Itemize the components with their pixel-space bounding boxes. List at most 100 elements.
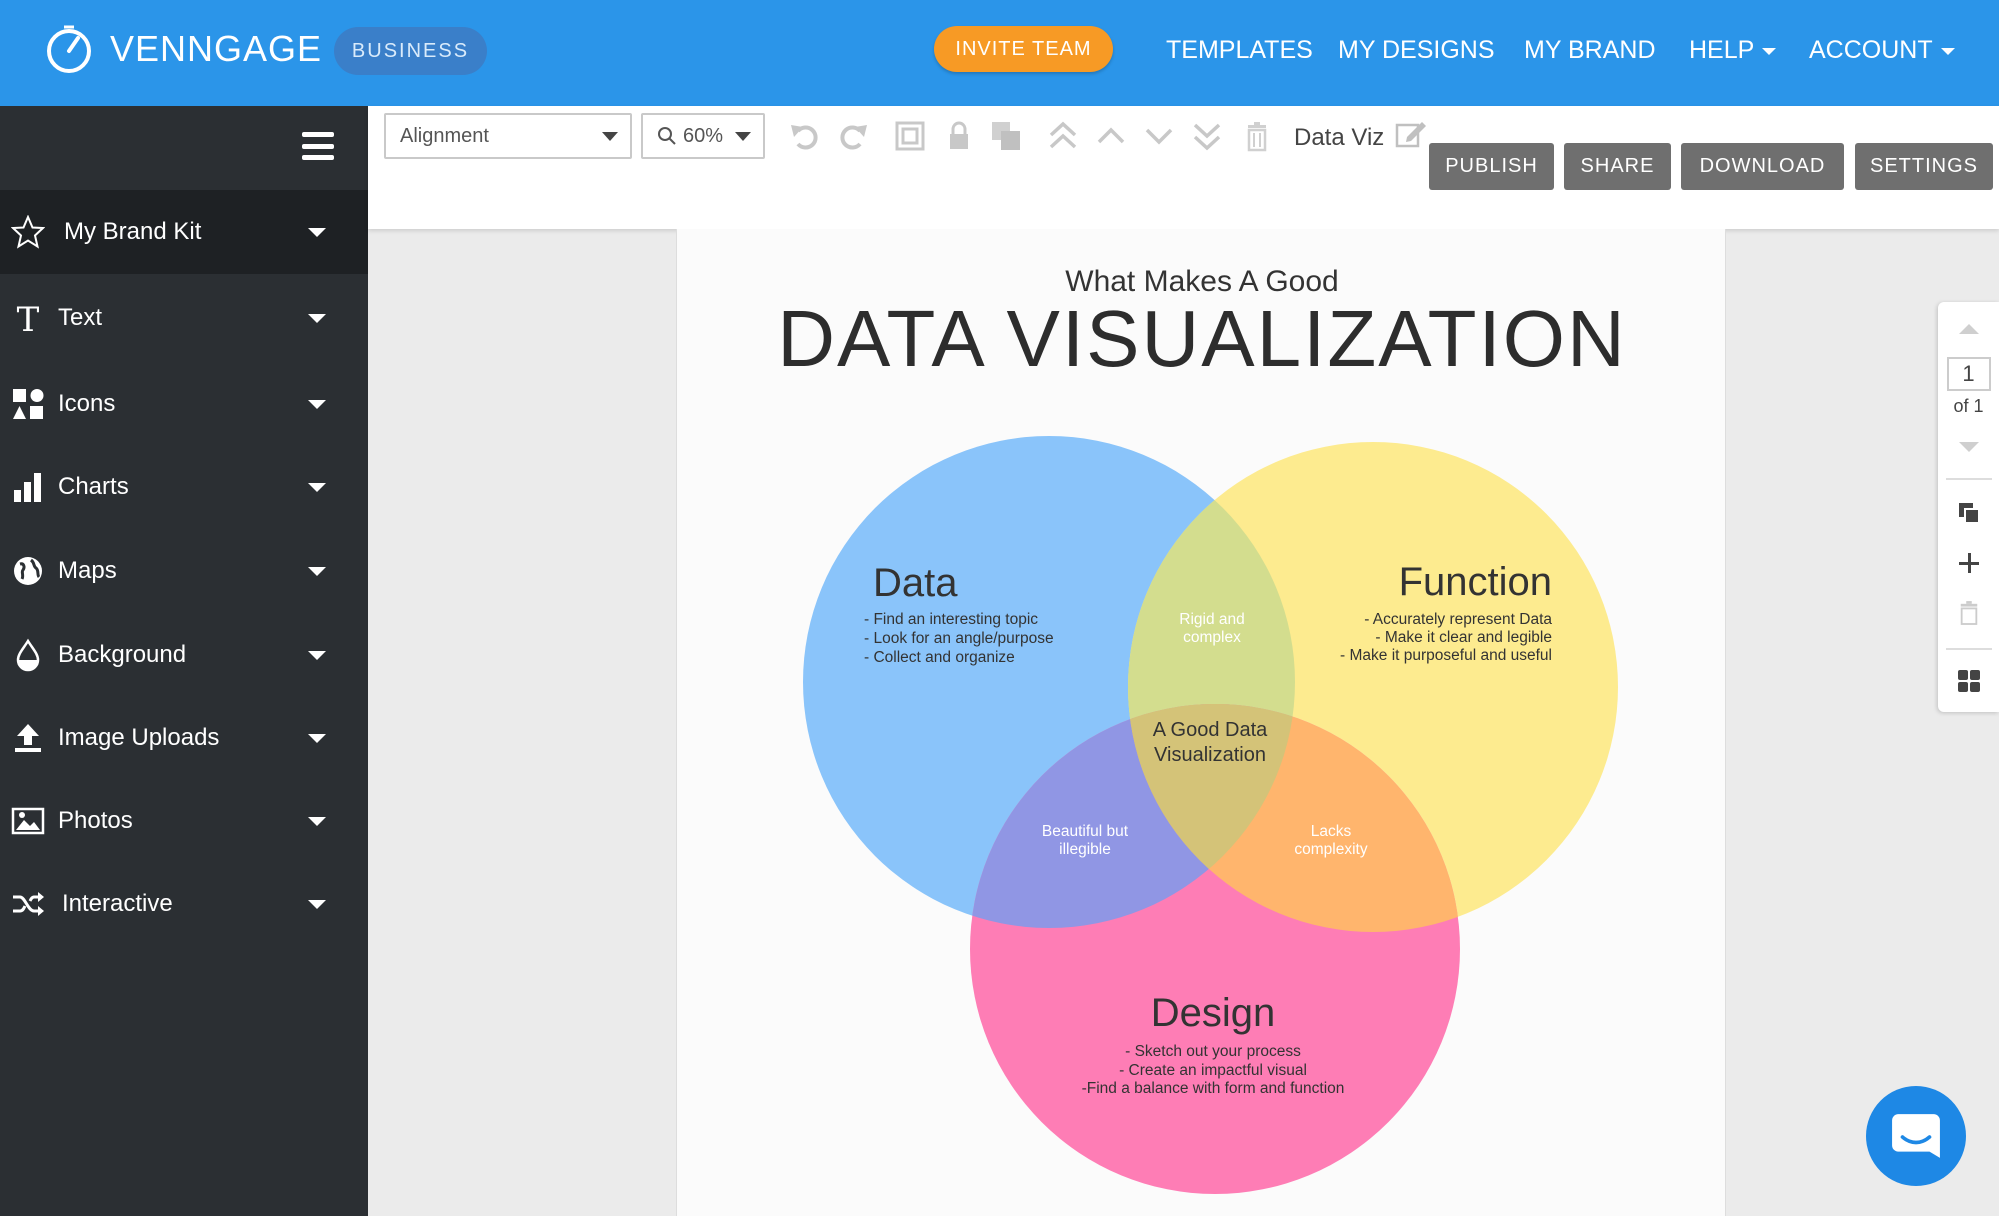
- data-heading[interactable]: Data: [873, 561, 958, 605]
- chevron-down-icon: [308, 734, 326, 743]
- nav-my-brand[interactable]: MY BRAND: [1524, 36, 1656, 65]
- sidebar-item-maps[interactable]: Maps: [0, 529, 368, 613]
- sidebar-item-label: Background: [58, 641, 187, 668]
- publish-button[interactable]: PUBLISH: [1429, 143, 1554, 190]
- page-number: 1: [1946, 357, 1991, 391]
- chevron-down-icon: [1940, 48, 1955, 55]
- document-title[interactable]: Data Viz: [1294, 124, 1384, 152]
- sidebar-item-label: Maps: [58, 557, 117, 584]
- nav-my-designs[interactable]: MY DESIGNS: [1338, 36, 1495, 65]
- chevron-down-icon: [308, 817, 326, 826]
- overlap-label-function-design: complexity: [1294, 841, 1367, 858]
- duplicate-icon[interactable]: [988, 118, 1024, 154]
- droplet-icon: [0, 638, 56, 672]
- settings-button[interactable]: SETTINGS: [1855, 143, 1993, 190]
- trash-icon[interactable]: [1239, 118, 1275, 154]
- redo-icon[interactable]: [835, 118, 871, 154]
- hamburger-menu-icon[interactable]: [302, 132, 334, 160]
- overlap-label-data-design: illegible: [1059, 841, 1111, 858]
- text-icon: T: [0, 301, 56, 335]
- send-to-back-icon[interactable]: [1189, 118, 1225, 154]
- lock-icon[interactable]: [941, 118, 977, 154]
- sidebar-item-charts[interactable]: Charts: [0, 445, 368, 529]
- design-canvas[interactable]: What Makes A Good DATA VISUALIZATION Dat…: [676, 229, 1726, 1216]
- image-icon: [0, 804, 56, 838]
- add-page-icon[interactable]: [1938, 546, 1999, 580]
- overlap-label-function-design: Lacks: [1311, 823, 1352, 840]
- nav-account[interactable]: ACCOUNT: [1809, 36, 1955, 65]
- download-button[interactable]: DOWNLOAD: [1681, 143, 1844, 190]
- nav-my-designs-label: MY DESIGNS: [1338, 36, 1495, 64]
- design-bullet: -Find a balance with form and function: [1082, 1080, 1345, 1097]
- overlap-label-data-function: Rigid and: [1179, 611, 1245, 628]
- group-icon[interactable]: [892, 118, 928, 154]
- alignment-select-value: Alignment: [400, 124, 489, 147]
- alignment-select[interactable]: Alignment: [384, 113, 632, 159]
- sidebar-item-label: Image Uploads: [58, 724, 220, 751]
- nav-templates[interactable]: TEMPLATES: [1166, 36, 1313, 65]
- zoom-select[interactable]: 60%: [641, 113, 765, 159]
- sidebar-item-label: Icons: [58, 390, 116, 417]
- sidebar: My Brand Kit T Text Icons Charts Maps Ba…: [0, 106, 368, 1216]
- bring-forward-icon[interactable]: [1093, 118, 1129, 154]
- chat-icon: [1892, 1114, 1940, 1158]
- upload-icon: [0, 721, 56, 755]
- sidebar-item-photos[interactable]: Photos: [0, 779, 368, 863]
- chevron-down-icon: [308, 567, 326, 576]
- function-heading[interactable]: Function: [1399, 560, 1552, 604]
- design-bullet: - Create an impactful visual: [1119, 1062, 1307, 1079]
- copy-page-icon[interactable]: [1938, 496, 1999, 530]
- delete-page-icon[interactable]: [1938, 596, 1999, 630]
- chevron-down-icon: [308, 483, 326, 492]
- top-bar: VENNGAGE BUSINESS INVITE TEAM TEMPLATES …: [0, 0, 1999, 106]
- function-bullet: - Accurately represent Data: [1364, 611, 1552, 628]
- shapes-icon: [0, 387, 56, 421]
- bar-chart-icon: [0, 470, 56, 504]
- send-backward-icon[interactable]: [1141, 118, 1177, 154]
- invite-team-button[interactable]: INVITE TEAM: [934, 26, 1113, 72]
- bring-to-front-icon[interactable]: [1045, 118, 1081, 154]
- undo-icon[interactable]: [787, 118, 823, 154]
- data-bullet: - Collect and organize: [864, 649, 1015, 666]
- zoom-select-value: 60%: [683, 124, 724, 147]
- sidebar-item-label: My Brand Kit: [64, 218, 202, 245]
- chevron-down-icon: [308, 651, 326, 660]
- nav-my-brand-label: MY BRAND: [1524, 36, 1656, 64]
- sidebar-item-icons[interactable]: Icons: [0, 362, 368, 446]
- sidebar-item-label: Text: [58, 304, 103, 331]
- data-bullet: - Look for an angle/purpose: [864, 630, 1054, 647]
- sidebar-item-label: Interactive: [62, 890, 173, 917]
- page-up-icon[interactable]: [1938, 316, 1999, 342]
- design-bullet: - Sketch out your process: [1125, 1043, 1301, 1060]
- page-number-box[interactable]: 1: [1938, 356, 1999, 392]
- chevron-down-icon: [308, 400, 326, 409]
- shuffle-icon: [0, 887, 56, 921]
- sidebar-item-image-uploads[interactable]: Image Uploads: [0, 696, 368, 780]
- sidebar-item-my-brand-kit[interactable]: My Brand Kit: [0, 190, 368, 274]
- sidebar-item-label: Charts: [58, 473, 129, 500]
- chevron-down-icon: [1762, 48, 1777, 55]
- design-heading[interactable]: Design: [1151, 991, 1276, 1035]
- overlap-label-data-design: Beautiful but: [1042, 823, 1129, 840]
- center-label: Visualization: [1154, 744, 1266, 766]
- chevron-down-icon: [308, 228, 326, 237]
- nav-templates-label: TEMPLATES: [1166, 36, 1313, 64]
- nav-help[interactable]: HELP: [1689, 36, 1777, 65]
- nav-help-label: HELP: [1689, 36, 1755, 64]
- chevron-down-icon: [735, 132, 751, 141]
- share-button[interactable]: SHARE: [1564, 143, 1671, 190]
- sidebar-item-label: Photos: [58, 807, 133, 834]
- magnifier-icon: [658, 127, 676, 145]
- sidebar-item-background[interactable]: Background: [0, 613, 368, 697]
- chat-support-button[interactable]: [1866, 1086, 1966, 1186]
- nav-account-label: ACCOUNT: [1809, 36, 1933, 64]
- edit-icon[interactable]: [1393, 116, 1429, 152]
- page-down-icon[interactable]: [1938, 434, 1999, 460]
- overlap-label-data-function: complex: [1183, 629, 1241, 646]
- logo[interactable]: VENNGAGE: [44, 24, 322, 74]
- sidebar-item-text[interactable]: T Text: [0, 276, 368, 360]
- globe-icon: [0, 554, 56, 588]
- brand-name: VENNGAGE: [110, 28, 323, 69]
- sidebar-item-interactive[interactable]: Interactive: [0, 862, 368, 946]
- grid-view-icon[interactable]: [1938, 664, 1999, 698]
